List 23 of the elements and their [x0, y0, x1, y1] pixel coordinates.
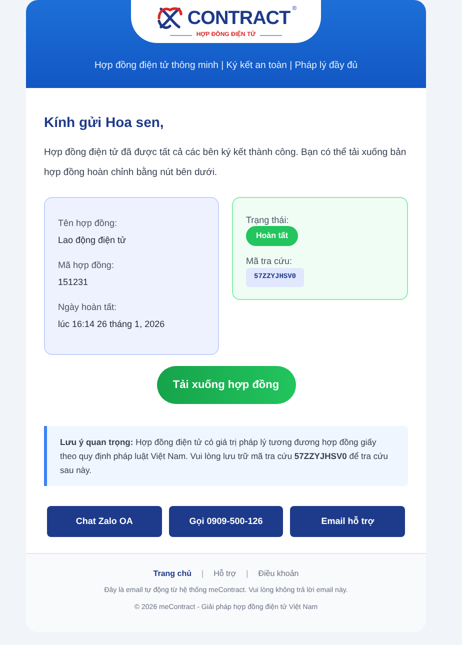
- intro-text: Hợp đồng điện tử đã được tất cả các bên ký kết thành công. Bạn có thể tải xuống bản hợp đồng hoàn chỉnh bằng nút bên dưới.: [44, 146, 408, 180]
- logo-icon: [155, 5, 186, 31]
- detail-label: Tên hợp đồng:: [58, 217, 118, 230]
- status-label: Trạng thái:: [246, 214, 289, 226]
- logo-wordmark: CONTRACT: [187, 8, 290, 28]
- lookup-label: Mã tra cứu:: [246, 255, 292, 267]
- link-separator: |: [246, 568, 248, 580]
- detail-value: 151231: [58, 276, 90, 289]
- link-separator: |: [202, 568, 204, 580]
- detail-label: Mã hợp đồng:: [58, 259, 115, 272]
- contact-button[interactable]: Chat Zalo OA: [47, 506, 162, 537]
- greeting: Kính gửi Hoa sen,: [44, 113, 165, 132]
- slogan: Hợp đồng điện tử thông minh | Ký kết an toàn | Pháp lý đầy đủ: [94, 59, 358, 73]
- status-badge: Hoàn tất: [246, 226, 298, 246]
- detail-value: lúc 16:14 26 tháng 1, 2026: [58, 318, 166, 331]
- contact-button[interactable]: Email hỗ trợ: [290, 506, 406, 537]
- footer-link[interactable]: Trang chủ: [153, 568, 192, 580]
- detail-label: Ngày hoàn tất:: [58, 301, 118, 314]
- footer-link[interactable]: Điều khoản: [258, 568, 299, 580]
- detail-value: Lao động điện tử: [58, 234, 128, 247]
- footer-link[interactable]: Hỗ trợ: [214, 568, 236, 580]
- important-note: Lưu ý quan trọng: Hợp đồng điện tử có giá trị pháp lý tương đương hợp đồng giấy theo quy định pháp luật Việt Nam. Vui lòng lưu trữ mã tra cứu 57ZZYJHSV0 để tra cứu sau này.: [44, 426, 408, 486]
- contact-button[interactable]: Gọi 0909-500-126: [168, 506, 284, 537]
